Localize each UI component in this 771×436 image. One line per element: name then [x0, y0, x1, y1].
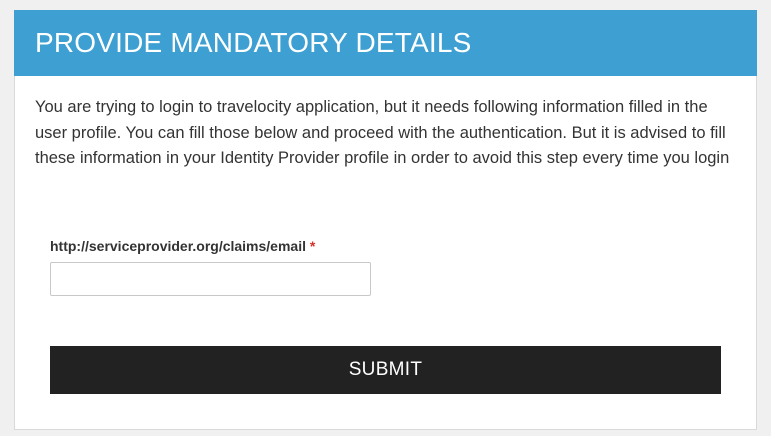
submit-button[interactable]: SUBMIT — [50, 346, 721, 394]
page-title: PROVIDE MANDATORY DETAILS — [35, 27, 472, 58]
intro-message: You are trying to login to travelocity a… — [35, 98, 730, 167]
email-field[interactable] — [50, 262, 371, 296]
mandatory-details-panel: PROVIDE MANDATORY DETAILS You are trying… — [14, 10, 757, 430]
required-marker: * — [309, 238, 316, 254]
email-field-label: http://serviceprovider.org/claims/email … — [50, 238, 315, 254]
email-field-label-text: http://serviceprovider.org/claims/email — [50, 238, 306, 254]
panel-header: PROVIDE MANDATORY DETAILS — [14, 10, 757, 76]
